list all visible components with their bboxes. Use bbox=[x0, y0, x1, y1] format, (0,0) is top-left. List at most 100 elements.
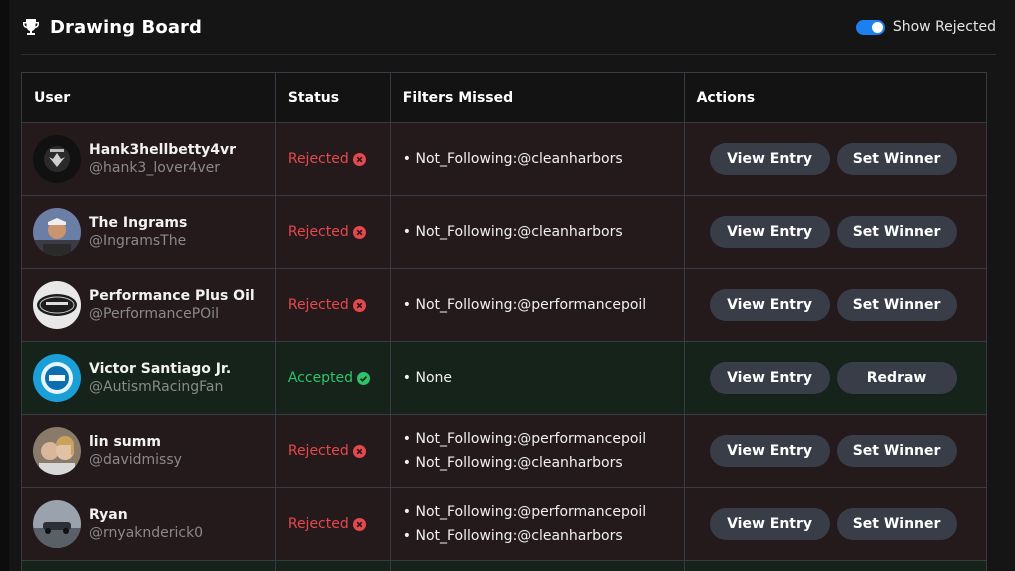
status-label: Rejected bbox=[287, 151, 349, 167]
set-winner-button[interactable]: Set Winner bbox=[836, 289, 957, 321]
user-text: lin summ @davidmissy bbox=[89, 433, 182, 469]
x-circle-icon bbox=[352, 152, 366, 166]
check-circle-icon bbox=[357, 371, 371, 385]
actions-cell: View Entry Redraw bbox=[683, 341, 988, 415]
filters-cell: • Not_Following:@performancepoil bbox=[389, 268, 685, 342]
user-name: Ryan bbox=[89, 507, 128, 523]
title-group: Drawing Board bbox=[21, 17, 202, 38]
user-text: Hank3hellbetty4vr @hank3_lover4ver bbox=[89, 141, 236, 177]
show-rejected-toggle-group[interactable]: Show Rejected bbox=[855, 19, 996, 35]
status-cell: Rejected bbox=[274, 195, 391, 269]
show-rejected-toggle[interactable] bbox=[855, 19, 885, 35]
user-text: Ryan @rnyaknderick0 bbox=[89, 506, 203, 542]
status-label: Rejected bbox=[287, 224, 349, 240]
table-header-row: User Status Filters Missed Actions bbox=[21, 72, 988, 123]
set-winner-button[interactable]: Set Winner bbox=[836, 435, 957, 467]
actions-cell: View Entry Set Winner bbox=[683, 414, 988, 488]
user-handle: @IngramsThe bbox=[89, 233, 187, 249]
user-text: The Ingrams @IngramsThe bbox=[89, 214, 187, 250]
filters-cell: • Not_Following:@cleanharbors bbox=[389, 122, 685, 196]
filter-item: • Not_Following:@cleanharbors bbox=[402, 455, 623, 471]
redraw-button[interactable]: Redraw bbox=[836, 362, 957, 394]
filter-item: • Not_Following:@cleanharbors bbox=[402, 224, 623, 240]
user-cell: Victor Santiago Jr. @AutismRacingFan bbox=[21, 341, 276, 415]
column-header-filters: Filters Missed bbox=[389, 72, 685, 123]
table-row: Ryan @rnyaknderick0 Rejected • Not_Follow… bbox=[21, 487, 988, 561]
column-header-user: User bbox=[21, 72, 276, 123]
column-header-actions: Actions bbox=[683, 72, 988, 123]
user-name: Hank3hellbetty4vr bbox=[89, 142, 237, 158]
table-row: lin summ @davidmissy Rejected • Not_Follo… bbox=[21, 414, 988, 488]
avatar bbox=[33, 427, 81, 475]
filters-cell: • Not_Following:@performancepoil • Not_Fo… bbox=[389, 414, 685, 488]
column-header-status: Status bbox=[274, 72, 391, 123]
view-entry-button[interactable]: View Entry bbox=[709, 216, 830, 248]
filter-item: • None bbox=[402, 370, 452, 386]
table-row: Victor Santiago Jr. @AutismRacingFan Acce… bbox=[21, 341, 988, 415]
user-cell: Ryan @rnyaknderick0 bbox=[21, 487, 276, 561]
status-badge: Rejected bbox=[276, 123, 390, 195]
filter-item: • Not_Following:@performancepoil bbox=[402, 504, 647, 520]
user-cell: Hank3hellbetty4vr @hank3_lover4ver bbox=[21, 122, 276, 196]
filters-cell: • None bbox=[389, 341, 685, 415]
user-handle: @davidmissy bbox=[89, 452, 182, 468]
x-circle-icon bbox=[352, 517, 366, 531]
set-winner-button[interactable]: Set Winner bbox=[836, 143, 957, 175]
status-label: Rejected bbox=[287, 516, 349, 532]
filter-item: • Not_Following:@performancepoil bbox=[402, 431, 647, 447]
view-entry-button[interactable]: View Entry bbox=[709, 289, 830, 321]
user-info: lin summ @davidmissy bbox=[22, 415, 275, 487]
avatar bbox=[33, 281, 81, 329]
filter-item: • Not_Following:@performancepoil bbox=[402, 297, 647, 313]
trophy-icon bbox=[21, 17, 41, 37]
status-badge: Accepted bbox=[276, 342, 390, 414]
filter-item: • Not_Following:@cleanharbors bbox=[402, 151, 623, 167]
status-label: Accepted bbox=[287, 370, 354, 386]
show-rejected-label: Show Rejected bbox=[892, 19, 996, 35]
user-info: Ryan @rnyaknderick0 bbox=[22, 488, 275, 560]
user-text: Victor Santiago Jr. @AutismRacingFan bbox=[89, 360, 231, 396]
user-name: The Ingrams bbox=[89, 215, 188, 231]
status-cell: Rejected bbox=[274, 268, 391, 342]
status-badge: Rejected bbox=[276, 415, 390, 487]
user-cell bbox=[21, 560, 276, 571]
filters-cell: • Not_Following:@performancepoil • Not_Fo… bbox=[389, 487, 685, 561]
user-name: Victor Santiago Jr. bbox=[89, 361, 232, 377]
avatar bbox=[33, 135, 81, 183]
table-row: Performance Plus Oil @PerformancePOil Rej… bbox=[21, 268, 988, 342]
user-handle: @rnyaknderick0 bbox=[89, 525, 204, 541]
user-handle: @AutismRacingFan bbox=[89, 379, 224, 395]
user-cell: Performance Plus Oil @PerformancePOil bbox=[21, 268, 276, 342]
user-info: Performance Plus Oil @PerformancePOil bbox=[22, 269, 275, 341]
user-handle: @hank3_lover4ver bbox=[89, 160, 221, 176]
table-row bbox=[21, 560, 988, 571]
user-cell: The Ingrams @IngramsThe bbox=[21, 195, 276, 269]
avatar bbox=[33, 354, 81, 402]
view-entry-button[interactable]: View Entry bbox=[709, 143, 830, 175]
x-circle-icon bbox=[352, 298, 366, 312]
status-cell bbox=[274, 560, 391, 571]
user-info: Victor Santiago Jr. @AutismRacingFan bbox=[22, 342, 275, 414]
view-entry-button[interactable]: View Entry bbox=[709, 362, 830, 394]
user-text: Performance Plus Oil @PerformancePOil bbox=[89, 287, 255, 323]
actions-cell bbox=[683, 560, 988, 571]
view-entry-button[interactable]: View Entry bbox=[709, 508, 830, 540]
filter-item: • Not_Following:@cleanharbors bbox=[402, 528, 623, 544]
view-entry-button[interactable]: View Entry bbox=[709, 435, 830, 467]
set-winner-button[interactable]: Set Winner bbox=[836, 216, 957, 248]
status-cell: Rejected bbox=[274, 122, 391, 196]
header: Drawing Board Show Rejected bbox=[21, 12, 996, 42]
filters-cell bbox=[389, 560, 685, 571]
user-handle: @PerformancePOil bbox=[89, 306, 219, 322]
filters-cell: • Not_Following:@cleanharbors bbox=[389, 195, 685, 269]
x-circle-icon bbox=[352, 444, 366, 458]
avatar bbox=[33, 500, 81, 548]
page-title: Drawing Board bbox=[50, 16, 203, 38]
user-info: Hank3hellbetty4vr @hank3_lover4ver bbox=[22, 123, 275, 195]
user-name: Performance Plus Oil bbox=[89, 288, 255, 304]
table-row: Hank3hellbetty4vr @hank3_lover4ver Reject… bbox=[21, 122, 988, 196]
status-badge: Rejected bbox=[276, 488, 390, 560]
status-badge: Rejected bbox=[276, 196, 390, 268]
set-winner-button[interactable]: Set Winner bbox=[836, 508, 957, 540]
status-badge: Rejected bbox=[276, 269, 390, 341]
